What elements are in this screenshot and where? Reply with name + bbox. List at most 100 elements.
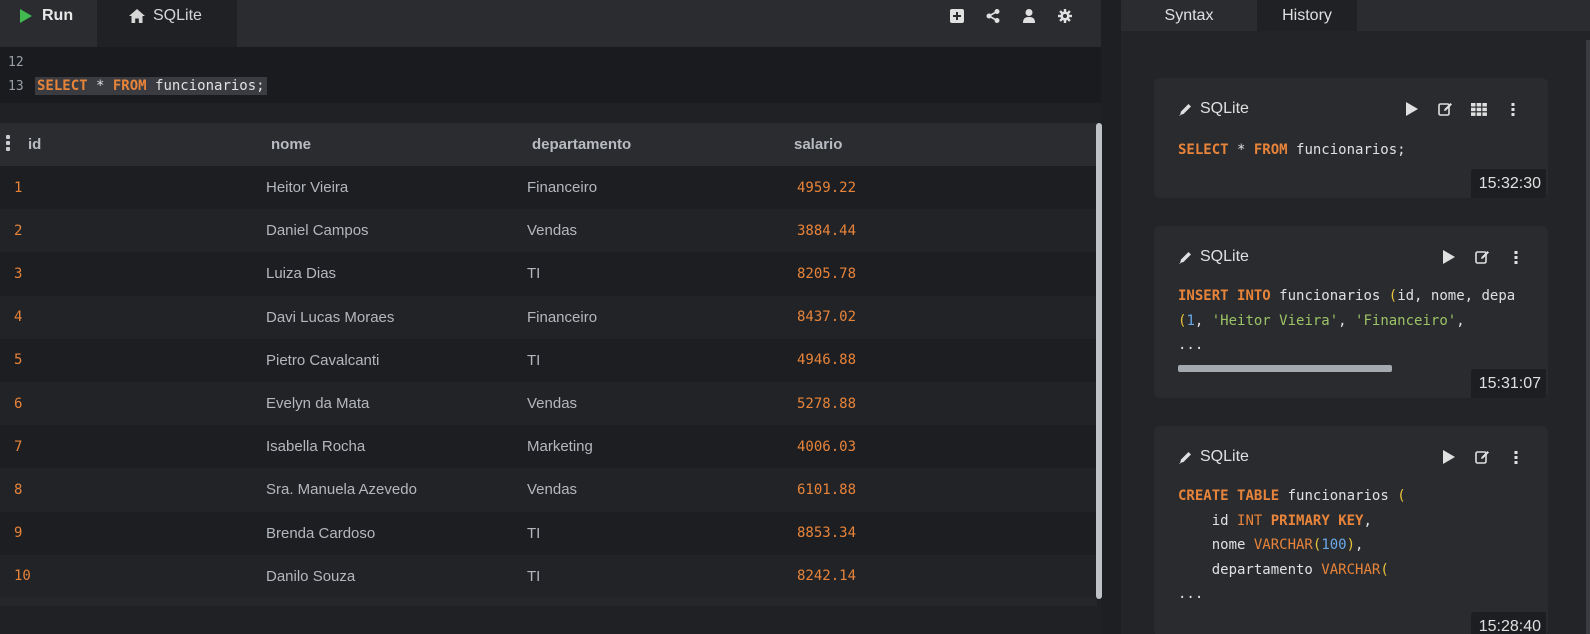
table-row[interactable]: 6 Evelyn da Mata Vendas 5278.88 [0, 381, 1097, 426]
tab-sqlite[interactable]: SQLite [97, 0, 237, 47]
editor-line: 12 [0, 51, 35, 73]
cell-salario: 8437.02 [797, 309, 857, 326]
history-card-title: SQLite [1178, 248, 1249, 266]
user-icon[interactable] [1021, 7, 1037, 25]
cell-departamento: TI [527, 265, 541, 283]
table-row[interactable]: 2 Daniel Campos Vendas 3884.44 [0, 209, 1097, 253]
run-button[interactable]: Run [0, 0, 97, 47]
column-header-departamento[interactable]: departamento [532, 123, 631, 166]
results-header: id nome departamento salario [0, 123, 1097, 166]
cell-id: 4 [14, 309, 23, 326]
history-timestamp: 15:28:40 [1470, 612, 1546, 634]
cell-salario: 6101.88 [797, 481, 857, 498]
edit-icon[interactable] [1474, 248, 1490, 266]
history-engine: SQLite [1200, 248, 1249, 265]
cell-salario: 4946.88 [797, 352, 857, 369]
table-row[interactable]: 4 Davi Lucas Moraes Financeiro 8437.02 [0, 295, 1097, 339]
gear-icon[interactable] [1057, 7, 1073, 25]
editor-pane: Run SQLite 12 13 SELECT * FROM funcionar… [0, 0, 1102, 634]
play-icon[interactable] [1403, 100, 1419, 118]
table-row[interactable]: 5 Pietro Cavalcanti TI 4946.88 [0, 338, 1097, 382]
cell-salario: 5278.88 [797, 395, 857, 412]
table-row[interactable]: 8 Sra. Manuela Azevedo Vendas 6101.88 [0, 468, 1097, 512]
edit-icon[interactable] [1474, 448, 1490, 466]
cell-id: 2 [14, 222, 23, 239]
history-code: CREATE TABLE funcionarios ( id INT PRIMA… [1178, 488, 1406, 602]
side-scrollbar[interactable] [1586, 40, 1590, 634]
code-line: SELECT * FROM funcionarios; [35, 77, 267, 95]
column-menu-icon[interactable] [6, 135, 10, 151]
history-card: SQLite CREATE TABLE funcionarios ( id IN… [1154, 426, 1548, 634]
tab-syntax[interactable]: Syntax [1121, 0, 1257, 31]
cell-departamento: TI [527, 351, 541, 369]
results-table: id nome departamento salario 1 Heitor Vie… [0, 123, 1097, 606]
cell-salario: 4959.22 [797, 179, 857, 196]
cell-nome: Pietro Cavalcanti [266, 351, 380, 369]
history-code: INSERT INTO funcionarios (id, nome, depa… [1178, 288, 1516, 353]
table-row[interactable]: 10 Danilo Souza TI 8242.14 [0, 554, 1097, 598]
app-root: Run SQLite 12 13 SELECT * FROM funcionar… [0, 0, 1590, 634]
cell-id: 1 [14, 179, 23, 196]
history-card: SQLite INSERT INTO funcionarios (id, nom… [1154, 226, 1548, 398]
column-header-salario[interactable]: salario [794, 123, 842, 166]
cell-id: 3 [14, 265, 23, 282]
history-engine: SQLite [1200, 448, 1249, 465]
code-editor[interactable]: 12 13 SELECT * FROM funcionarios; [0, 47, 1101, 103]
cell-id: 9 [14, 525, 23, 542]
more-vertical-icon[interactable] [1508, 248, 1524, 266]
cell-nome: Sra. Manuela Azevedo [266, 481, 417, 499]
results-scrollbar[interactable] [1096, 123, 1102, 599]
side-tabs: Syntax History [1121, 0, 1590, 31]
editor-line: 13 SELECT * FROM funcionarios; [0, 75, 267, 97]
column-header-nome[interactable]: nome [271, 123, 311, 166]
cell-salario: 8853.34 [797, 525, 857, 542]
pencil-icon [1179, 451, 1191, 464]
cell-departamento: Marketing [527, 438, 593, 456]
history-card-title: SQLite [1178, 448, 1249, 466]
history-card-actions [1403, 100, 1521, 118]
tab-history[interactable]: History [1257, 0, 1357, 31]
home-icon [129, 8, 145, 23]
add-box-icon[interactable] [949, 7, 965, 25]
table-row[interactable]: 9 Brenda Cardoso TI 8853.34 [0, 511, 1097, 555]
run-label: Run [42, 6, 74, 24]
cell-departamento: Vendas [527, 481, 578, 499]
cell-departamento: Vendas [527, 395, 578, 413]
cell-nome: Luiza Dias [266, 265, 337, 283]
more-vertical-icon[interactable] [1508, 448, 1524, 466]
play-icon[interactable] [1440, 448, 1456, 466]
edit-icon[interactable] [1437, 100, 1453, 118]
history-card: SQLite SELECT * FROM funcionarios; 15:32… [1154, 78, 1548, 198]
grid-icon[interactable] [1471, 100, 1487, 118]
history-code: SELECT * FROM funcionarios; [1178, 142, 1406, 158]
history-card-actions [1440, 448, 1524, 466]
cell-nome: Evelyn da Mata [266, 395, 370, 413]
side-panel: Syntax History SQLite SELECT * FROM func… [1121, 0, 1590, 634]
share-icon[interactable] [985, 7, 1001, 25]
tab-sqlite-label: SQLite [153, 6, 202, 24]
code-horizontal-scrollbar[interactable] [1178, 365, 1392, 372]
table-row[interactable]: 3 Luiza Dias TI 8205.78 [0, 252, 1097, 296]
cell-nome: Isabella Rocha [266, 438, 366, 456]
history-card-title: SQLite [1178, 100, 1249, 118]
pencil-icon [1179, 251, 1191, 264]
cell-departamento: TI [527, 524, 541, 542]
cell-departamento: Financeiro [527, 308, 598, 326]
cell-salario: 8205.78 [797, 265, 857, 282]
play-icon[interactable] [1440, 248, 1456, 266]
cell-id: 5 [14, 352, 23, 369]
editor-toolbar: Run SQLite [0, 0, 1101, 47]
cell-id: 8 [14, 481, 23, 498]
pencil-icon [1179, 103, 1191, 116]
cell-nome: Daniel Campos [266, 222, 369, 240]
line-number: 13 [8, 78, 24, 94]
cell-nome: Davi Lucas Moraes [266, 308, 395, 326]
play-icon [20, 8, 32, 23]
toolbar-actions [949, 7, 1073, 25]
cell-salario: 3884.44 [797, 222, 857, 239]
more-vertical-icon[interactable] [1505, 100, 1521, 118]
cell-salario: 4006.03 [797, 438, 857, 455]
table-row[interactable]: 7 Isabella Rocha Marketing 4006.03 [0, 425, 1097, 469]
table-row[interactable]: 1 Heitor Vieira Financeiro 4959.22 [0, 166, 1097, 210]
column-header-id[interactable]: id [28, 123, 41, 166]
